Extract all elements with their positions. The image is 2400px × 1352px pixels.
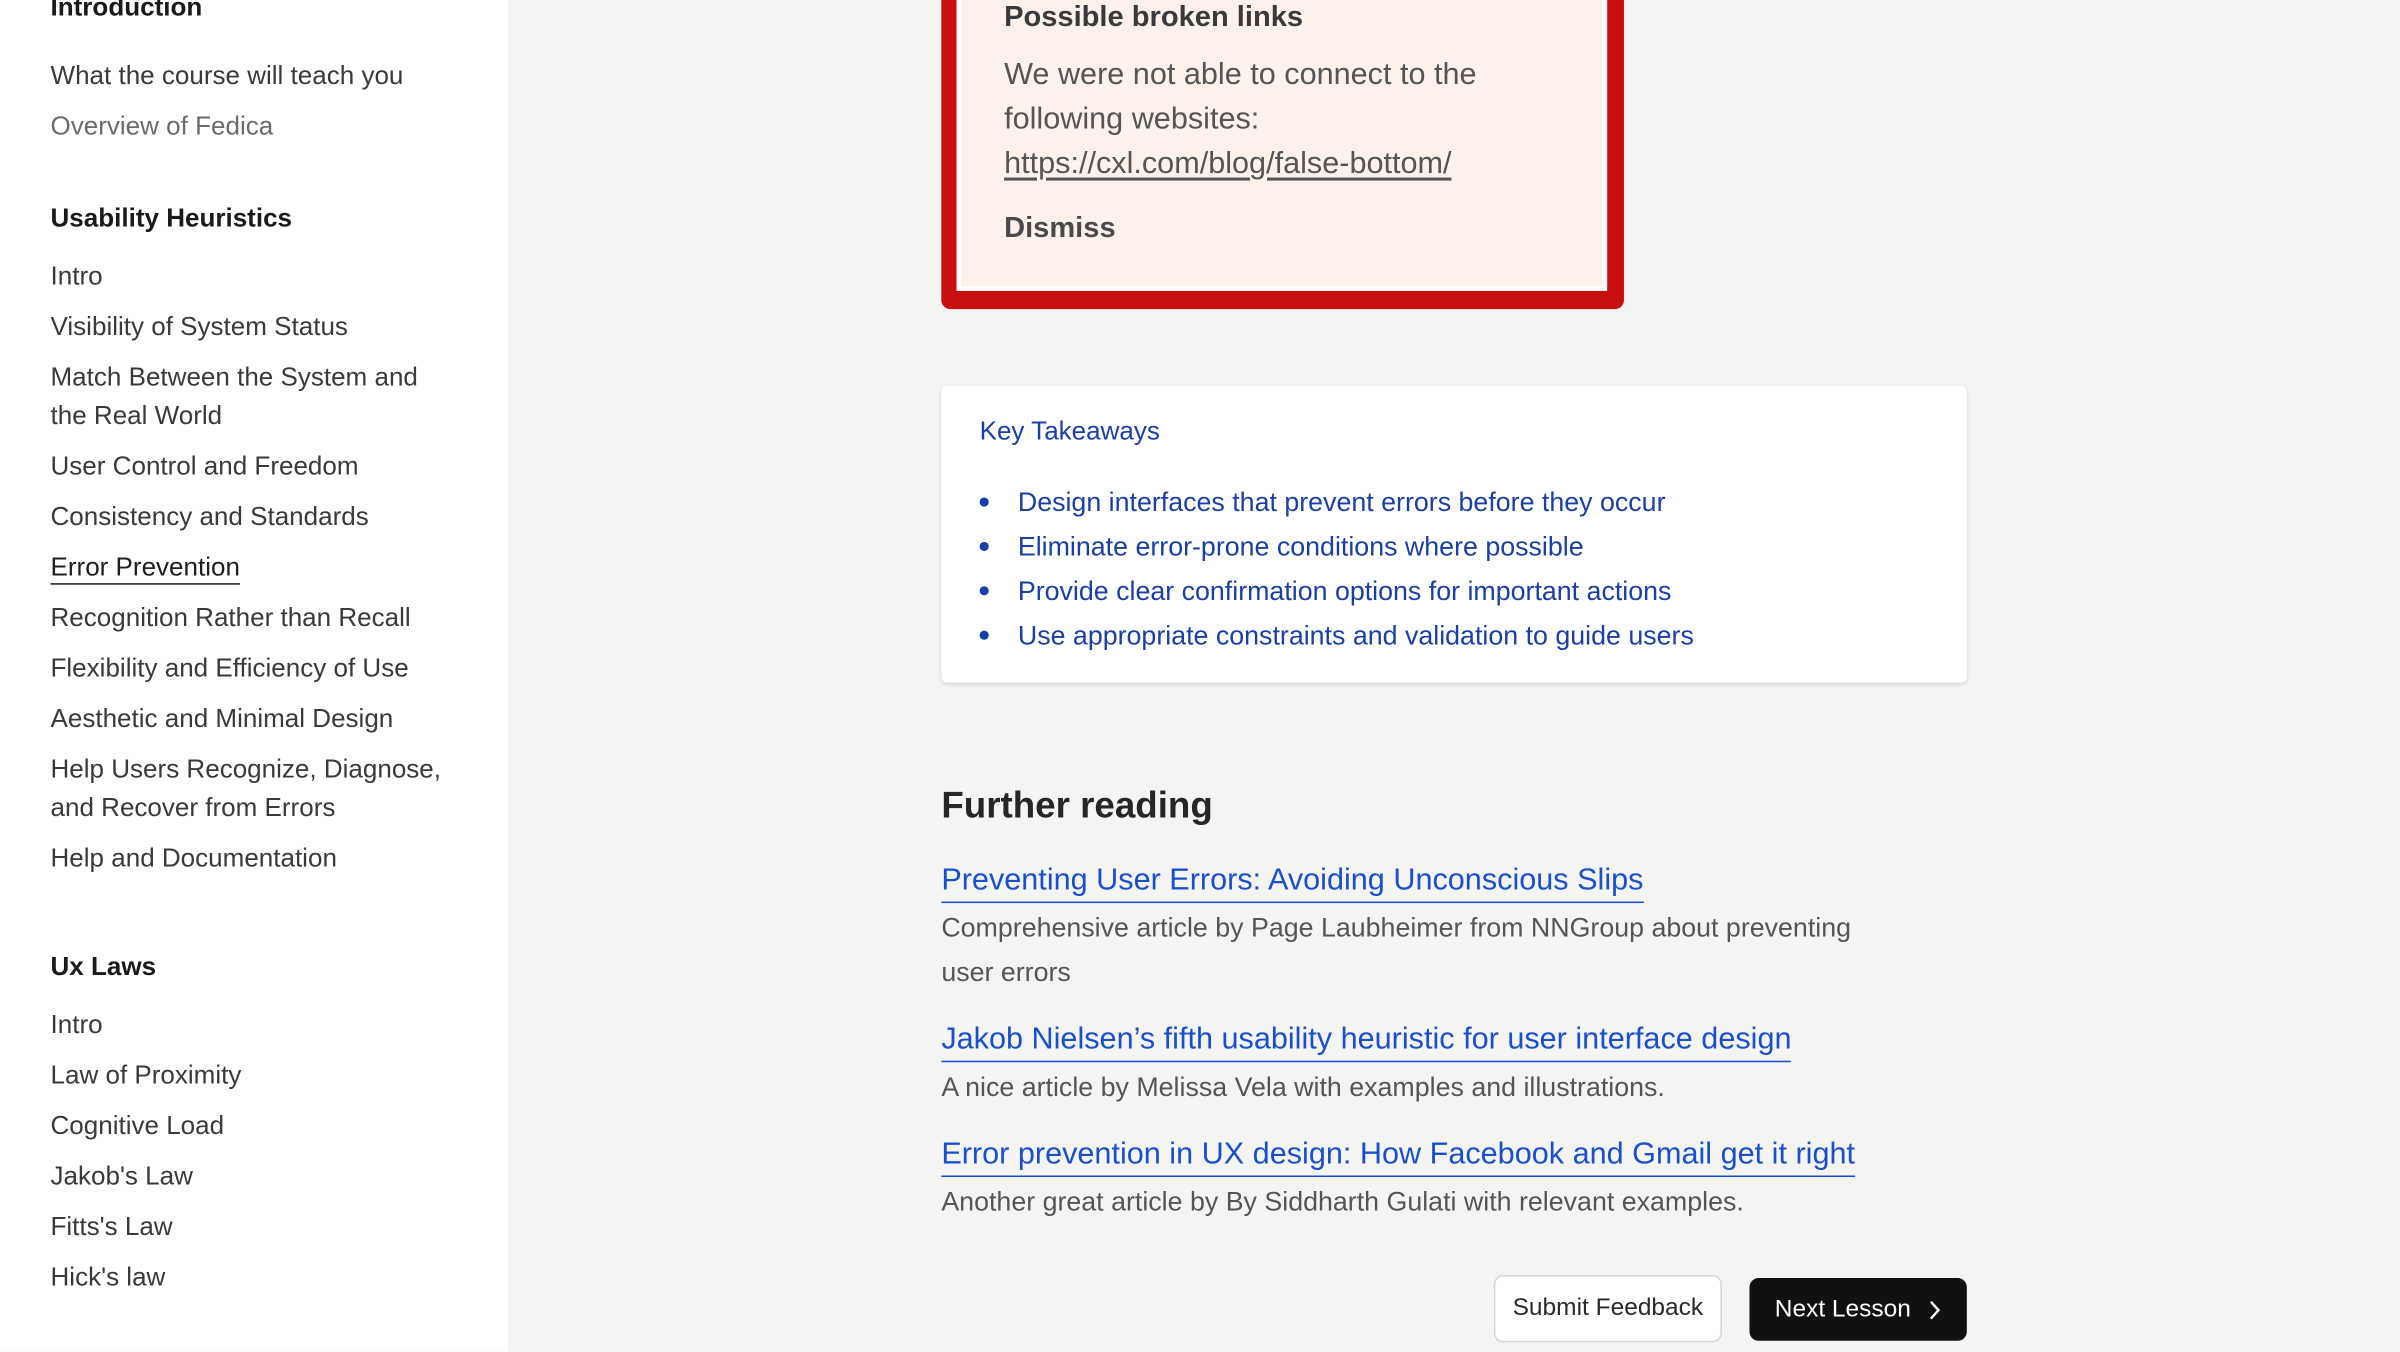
takeaway-text: Use appropriate constraints and validati…	[1017, 619, 1694, 651]
further-reading-title: Further reading	[941, 785, 1213, 827]
reading-entry: Preventing User Errors: Avoiding Unconsc…	[941, 862, 1890, 995]
takeaway-text: Eliminate error-prone conditions where p…	[1017, 531, 1584, 562]
main-content: Possible broken links We were not able t…	[508, 0, 2400, 1352]
takeaway-item: Eliminate error-prone conditions where p…	[979, 525, 1694, 569]
sidebar-heading-ux-laws: Ux Laws	[50, 952, 157, 982]
sidebar-heading-usability-heuristics: Usability Heuristics	[50, 203, 293, 233]
bullet-icon	[979, 630, 989, 640]
sidebar-item-hicks-law[interactable]: Hick's law	[51, 1258, 464, 1296]
sidebar-item-match[interactable]: Match Between the System and the Real Wo…	[51, 358, 449, 435]
sidebar-item-aesthetic[interactable]: Aesthetic and Minimal Design	[51, 699, 464, 737]
sidebar-item-flexibility[interactable]: Flexibility and Efficiency of Use	[51, 649, 464, 687]
sidebar-item-ux-intro[interactable]: Intro	[51, 1006, 464, 1044]
alert-title: Possible broken links	[1004, 1, 1304, 34]
takeaway-text: Design interfaces that prevent errors be…	[1017, 486, 1666, 518]
reading-link[interactable]: Jakob Nielsen’s fifth usability heuristi…	[941, 1021, 1792, 1063]
sidebar-item-law-proximity[interactable]: Law of Proximity	[51, 1056, 464, 1094]
key-takeaways-list: Design interfaces that prevent errors be…	[979, 481, 1694, 659]
key-takeaways-box: Key Takeaways Design interfaces that pre…	[941, 385, 1967, 683]
sidebar-item-visibility[interactable]: Visibility of System Status	[51, 308, 464, 346]
sidebar-item-recognition[interactable]: Recognition Rather than Recall	[51, 598, 464, 636]
sidebar-item-help-docs[interactable]: Help and Documentation	[51, 839, 464, 877]
sidebar-item-overview-fedica[interactable]: Overview of Fedica	[51, 107, 464, 145]
takeaway-text: Provide clear confirmation options for i…	[1017, 575, 1672, 607]
sidebar-item-jakobs-law[interactable]: Jakob's Law	[51, 1157, 464, 1195]
sidebar-group-introduction: Introduction What the course will teach …	[51, 0, 464, 145]
reading-description: A nice article by Melissa Vela with exam…	[941, 1071, 1665, 1103]
sidebar-item-intro[interactable]: Intro	[51, 257, 464, 295]
reading-entry: Error prevention in UX design: How Faceb…	[941, 1136, 1890, 1225]
submit-feedback-button[interactable]: Submit Feedback	[1493, 1274, 1722, 1343]
sidebar-item-user-control[interactable]: User Control and Freedom	[51, 447, 464, 485]
sidebar-item-error-prevention[interactable]: Error Prevention	[51, 548, 464, 586]
submit-feedback-label: Submit Feedback	[1512, 1294, 1704, 1321]
alert-message: We were not able to connect to the follo…	[1004, 54, 1570, 187]
takeaway-item: Use appropriate constraints and validati…	[979, 614, 1694, 658]
alert-panel: Possible broken links We were not able t…	[956, 0, 1608, 291]
dismiss-button[interactable]: Dismiss	[1004, 213, 1116, 247]
sidebar-item-consistency[interactable]: Consistency and Standards	[51, 497, 464, 535]
reading-link[interactable]: Error prevention in UX design: How Faceb…	[941, 1136, 1856, 1178]
alert-text: We were not able to connect to the follo…	[1004, 58, 1477, 137]
bullet-icon	[979, 586, 989, 596]
sidebar-group-ux-laws: Ux Laws Intro Law of Proximity Cognitive…	[51, 951, 464, 1297]
key-takeaways-title: Key Takeaways	[979, 416, 1160, 446]
reading-description: Another great article by By Siddharth Gu…	[941, 1186, 1744, 1217]
reading-description: Comprehensive article by Page Laubheimer…	[941, 912, 1852, 988]
takeaway-item: Design interfaces that prevent errors be…	[979, 481, 1694, 525]
sidebar-group-usability-heuristics: Usability Heuristics Intro Visibility of…	[51, 202, 464, 877]
sidebar-heading-introduction: Introduction	[50, 0, 203, 22]
broken-links-alert: Possible broken links We were not able t…	[941, 0, 1624, 310]
reading-entry: Jakob Nielsen’s fifth usability heuristi…	[941, 1021, 1890, 1110]
broken-link[interactable]: https://cxl.com/blog/false-bottom/	[1004, 147, 1451, 181]
sidebar-item-help-users[interactable]: Help Users Recognize, Diagnose, and Reco…	[51, 750, 461, 827]
sidebar-item-fitts-law[interactable]: Fitts's Law	[51, 1208, 464, 1246]
bullet-icon	[979, 497, 989, 507]
sidebar-item-what-course-teaches[interactable]: What the course will teach you	[51, 57, 464, 95]
chevron-right-icon	[1931, 1300, 1941, 1319]
next-lesson-button[interactable]: Next Lesson	[1749, 1278, 1967, 1341]
sidebar: Introduction What the course will teach …	[0, 0, 509, 1352]
reading-link[interactable]: Preventing User Errors: Avoiding Unconsc…	[941, 862, 1644, 904]
takeaway-item: Provide clear confirmation options for i…	[979, 569, 1694, 613]
next-lesson-label: Next Lesson	[1774, 1295, 1911, 1322]
bullet-icon	[979, 541, 989, 552]
sidebar-item-cognitive-load[interactable]: Cognitive Load	[51, 1107, 464, 1145]
